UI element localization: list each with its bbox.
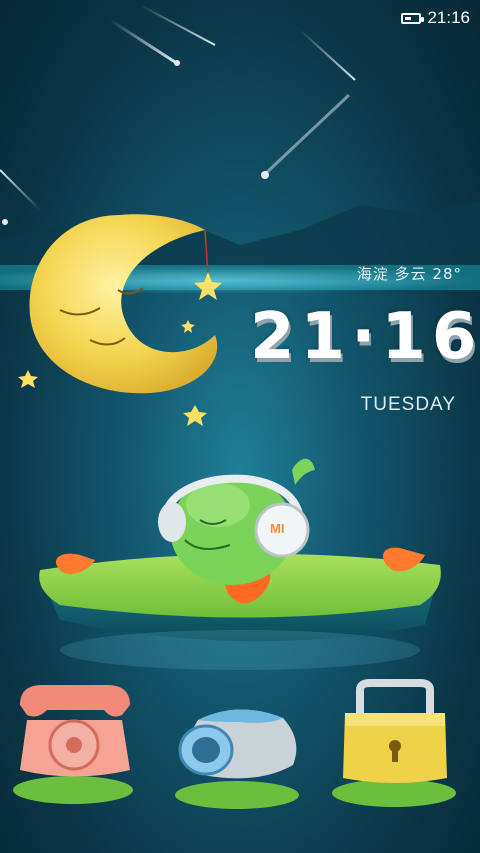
meteor-streaks [0, 4, 356, 225]
camera-shortcut[interactable] [168, 700, 308, 790]
phone-shortcut[interactable] [12, 675, 137, 785]
lockscreen-clock: 21·16 [250, 300, 480, 374]
weekday-label: TUESDAY [360, 394, 456, 415]
lock-icon [343, 679, 447, 783]
headphone-logo: MI [270, 521, 285, 536]
battery-icon [401, 12, 425, 24]
camera-icon [178, 709, 297, 779]
status-bar: 21:16 [401, 8, 470, 28]
status-time: 21:16 [427, 8, 470, 27]
weather-info: 海淀 多云 28° [356, 265, 462, 283]
phone-icon [20, 685, 130, 777]
unlock-shortcut[interactable] [335, 678, 455, 788]
